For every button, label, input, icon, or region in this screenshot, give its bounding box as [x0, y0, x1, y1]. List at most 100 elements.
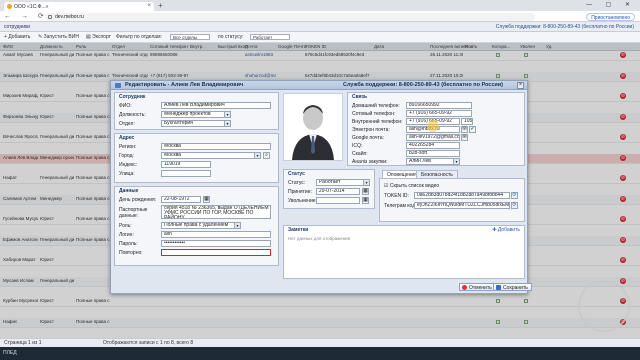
internal-ext-input[interactable]: 105 — [461, 118, 473, 125]
tab-security[interactable]: Безопасность — [416, 170, 458, 178]
data-fieldset: Данные День рождения: 22-08-1972 ▦ Паспо… — [114, 186, 279, 266]
notes-empty-text: Нет данных для отображения — [288, 236, 351, 241]
chevron-down-icon: ▾ — [224, 121, 230, 126]
mobile-phone-input[interactable]: +7 (916) 665-09-92 — [406, 110, 472, 117]
cancel-icon — [462, 285, 467, 290]
dialog-header[interactable]: Редактировать - Алиев Лев Владимирович С… — [111, 81, 527, 90]
dialog-title: Редактировать - Алиев Лев Владимирович — [125, 82, 244, 88]
region-input[interactable]: Москва — [161, 143, 271, 150]
home-phone-label: Домашний телефон: — [352, 103, 400, 109]
dept-filter-value: Все отделы — [170, 34, 210, 40]
refresh-icon[interactable]: ⟳ — [511, 192, 518, 199]
save-button[interactable]: Сохранить — [493, 283, 532, 291]
lock-icon — [48, 15, 52, 19]
save-icon — [496, 285, 501, 290]
status-select[interactable]: Работает ▾ — [316, 179, 370, 186]
city-lookup-icon[interactable]: ⌕ — [263, 152, 270, 159]
avatar[interactable] — [283, 93, 343, 161]
icq-input[interactable]: 402265284 — [406, 142, 460, 149]
contacts-legend: Связь — [352, 94, 368, 100]
telegram-input[interactable]: eyJhZ2I6InYiQN0ldMTUZLCJmb05dlxEMDQ — [414, 202, 510, 209]
pager-summary: Отображаются записи с 1 по 8, всего 8 — [102, 340, 194, 346]
edit-employee-dialog: Редактировать - Алиев Лев Владимирович С… — [110, 80, 532, 294]
index-input[interactable]: 119019 — [161, 161, 211, 168]
analyst-select[interactable]: Алин Лев ▾ — [406, 158, 460, 165]
password-input[interactable]: •••••••••••• — [161, 240, 271, 247]
refresh-icon[interactable]: ⟳ — [511, 202, 518, 209]
status-filter-select[interactable]: Работает — [250, 34, 290, 40]
token-input[interactable]: 0a62bb3d078d24f18b28b7a498f8b844 — [414, 192, 510, 199]
city-select[interactable]: Москва ▾ — [161, 152, 261, 159]
fired-label: Увольнение: — [288, 198, 317, 204]
close-tab-icon[interactable]: × — [147, 3, 151, 9]
street-input[interactable] — [161, 170, 211, 177]
support-phone: Служба поддержки: 8-800-250-89-43 (беспл… — [495, 24, 634, 30]
dept-filter-select[interactable]: Все отделы — [170, 34, 210, 40]
dept-select[interactable]: Бухгалтерия ▾ — [161, 120, 231, 127]
pager-pages: Страница 1 из 1 — [4, 340, 42, 346]
notes-panel: Заметки ✚ Добавить Нет данных для отобра… — [283, 225, 525, 279]
calendar-icon[interactable]: ▦ — [362, 197, 369, 204]
repeat-password-input[interactable] — [161, 249, 271, 256]
position-select[interactable]: Менеджер проектов ▾ — [161, 111, 231, 118]
status-filter-value: Работает — [250, 34, 290, 40]
skype-input[interactable]: b2b-soft — [406, 150, 460, 157]
login-input[interactable]: alin — [161, 231, 271, 238]
calendar-icon[interactable]: ▦ — [203, 196, 210, 203]
role-label: Роль: — [119, 223, 132, 229]
toolbar: + Добавить ✎ Запустить ВИН ▤ Экспорт Фил… — [0, 32, 640, 43]
birth-input[interactable]: 22-08-1972 — [161, 196, 201, 203]
user-silhouette-icon — [292, 105, 334, 160]
export-button[interactable]: ▤ Экспорт — [86, 34, 111, 40]
telegram-label: Телеграм код: — [384, 203, 417, 209]
street-label: Улица: — [119, 171, 135, 177]
calendar-icon[interactable]: ▦ — [362, 188, 369, 195]
cancel-button[interactable]: Отменить — [459, 283, 496, 291]
close-icon[interactable]: × — [517, 82, 524, 89]
google-mail-input[interactable]: alin-lev1972@gmail.com — [406, 134, 460, 141]
add-note-button[interactable]: ✚ Добавить — [492, 227, 520, 233]
new-tab-icon[interactable]: + — [158, 1, 163, 10]
home-phone-input[interactable]: 89166650992 — [406, 102, 472, 109]
token-label: TOKEN ID: — [384, 193, 409, 199]
update-button[interactable]: Приостановлено — [586, 13, 635, 21]
mobile-phone-label: Сотовый телефон: — [352, 111, 396, 117]
unlock-button[interactable]: ✎ Запустить ВИН — [38, 34, 79, 40]
browser-tab-strip: ООО «1С:Ф...» × + — ▢ ✕ — [0, 0, 640, 11]
app-header: сотрудники Служба поддержки: 8-800-250-8… — [0, 22, 640, 32]
dept-filter-label: Фильтр по отделам: — [116, 34, 162, 40]
employee-legend: Сотрудник — [119, 94, 146, 100]
hired-input[interactable]: 29-07-2014 — [316, 188, 360, 195]
dept-value: Бухгалтерия — [164, 120, 193, 126]
role-select[interactable]: Полные права с удалением ▾ — [161, 222, 241, 229]
unlock-button-label: Запустить ВИН — [43, 34, 79, 40]
fired-input[interactable] — [316, 197, 360, 204]
internal-phone-label: Внутренний телефон: — [352, 119, 403, 125]
tab-title: ООО «1С:Ф...» — [14, 4, 49, 10]
check-icon[interactable]: ✔ — [469, 126, 476, 133]
cancel-button-label: Отменить — [469, 285, 492, 291]
browser-tab[interactable]: ООО «1С:Ф...» × — [4, 2, 154, 11]
repeat-password-label: Повторно: — [119, 250, 143, 256]
taskbar: ПЛЕД — [0, 347, 640, 360]
nav-buttons[interactable]: ← → ⟳ — [4, 12, 48, 20]
status-legend: Статус — [288, 171, 305, 177]
window-controls[interactable]: — ▢ ✕ — [586, 1, 636, 8]
mail-icon[interactable]: ✉ — [461, 126, 468, 133]
edit-icon — [115, 83, 121, 88]
passport-textarea[interactable]: серия 4518 № 236365, выдан ОТДЕЛЕНИЕМ УФ… — [161, 205, 271, 219]
analyst-label: Аналіз закупки: — [352, 159, 388, 165]
login-label: Логин: — [119, 232, 134, 238]
url-field[interactable]: dev.mebor.ru — [45, 13, 535, 21]
password-label: Пароль: — [119, 241, 138, 247]
hide-video-checkbox[interactable]: ☑ Скрыть список видео — [384, 183, 439, 189]
status-value: Работает — [319, 179, 341, 185]
mail-icon[interactable]: ✉ — [461, 134, 468, 141]
security-panel: Оповещения Безопасность ☑ Скрыть список … — [379, 170, 525, 222]
add-button[interactable]: + Добавить — [4, 34, 30, 40]
fio-input[interactable]: Алиев Лев Владимирович — [161, 102, 271, 109]
chevron-down-icon: ▾ — [453, 159, 459, 164]
add-note-label: Добавить — [497, 227, 520, 233]
export-button-label: Экспорт — [92, 34, 111, 40]
address-bar-row: ← → ⟳ dev.mebor.ru Приостановлено — [0, 11, 640, 22]
